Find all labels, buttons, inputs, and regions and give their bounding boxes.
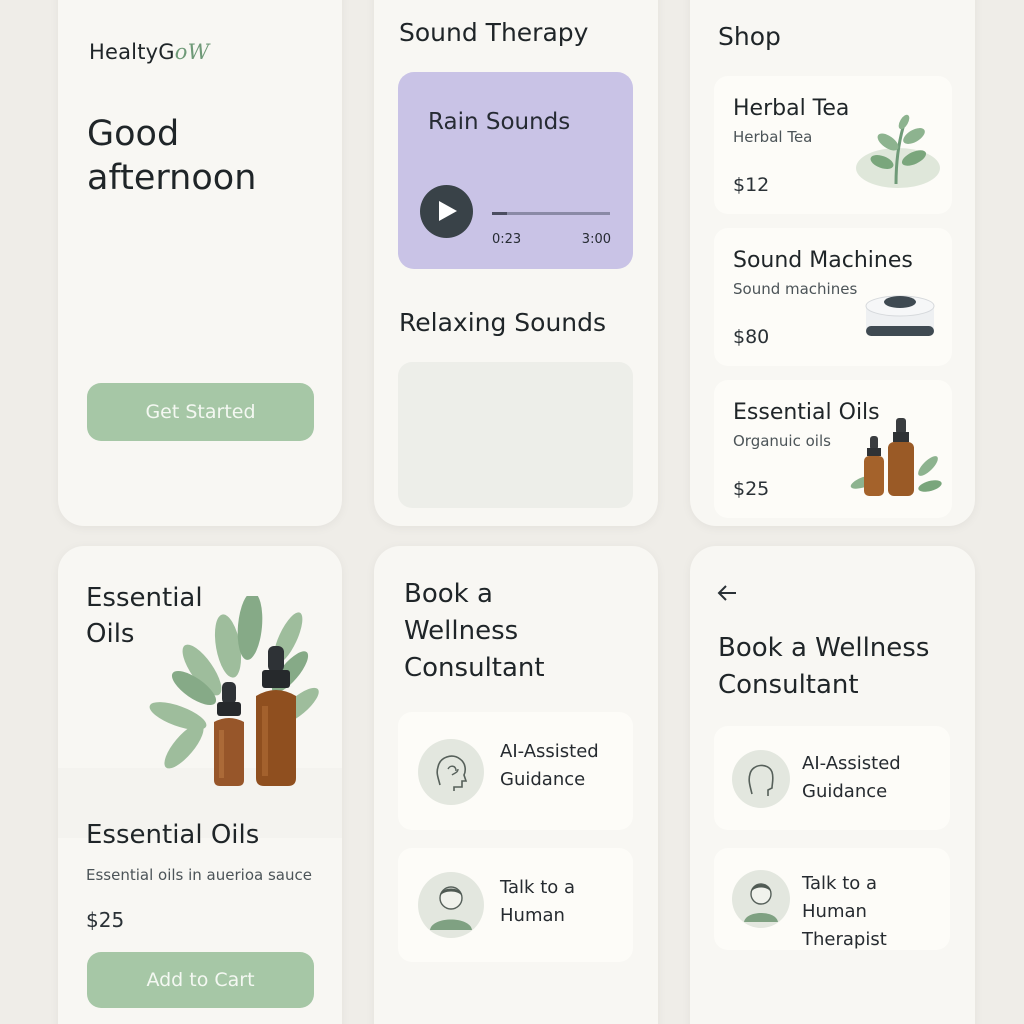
product-price: $25 bbox=[86, 908, 125, 932]
brand-logo: HealtyGoW bbox=[89, 40, 209, 64]
option-talk-human[interactable]: Talk to a Human bbox=[398, 848, 633, 962]
back-arrow-icon[interactable] bbox=[716, 582, 738, 604]
audio-player: Rain Sounds 0:23 3:00 bbox=[398, 72, 633, 269]
shop-item-name: Herbal Tea bbox=[733, 96, 850, 121]
booking-title: Book a Wellness Consultant bbox=[718, 630, 929, 704]
option-label-line: Guidance bbox=[802, 781, 888, 802]
title-line: Book a bbox=[404, 579, 493, 609]
option-label-line: AI-Assisted bbox=[802, 753, 901, 774]
booking-card: Book a Wellness Consultant AI-Assisted G… bbox=[374, 546, 658, 1024]
title-line: Book a Wellness bbox=[718, 633, 930, 663]
sound-therapy-card: Sound Therapy Rain Sounds 0:23 3:00 Rela… bbox=[374, 0, 658, 526]
option-label: Talk to a Human Therapist bbox=[802, 870, 950, 954]
greeting-heading: Good afternoon bbox=[87, 112, 256, 200]
product-detail-card: Essential Oils Essential Oils Essential … bbox=[58, 546, 342, 1024]
option-label: AI-Assisted Guidance bbox=[500, 738, 599, 794]
option-ai-guidance[interactable]: AI-Assisted Guidance bbox=[398, 712, 633, 830]
title-line: Consultant bbox=[718, 670, 859, 700]
hero-title-line: Oils bbox=[86, 619, 135, 649]
sound-therapy-title: Sound Therapy bbox=[399, 18, 589, 47]
relaxing-sounds-placeholder bbox=[398, 362, 633, 508]
brand-name-accent: oW bbox=[174, 40, 210, 64]
current-time: 0:23 bbox=[492, 232, 522, 247]
title-line: Consultant bbox=[404, 653, 545, 683]
product-name: Essential Oils bbox=[86, 820, 260, 850]
brand-name: HealtyG bbox=[89, 40, 175, 64]
therapist-icon bbox=[732, 870, 790, 928]
shop-item-subtitle: Herbal Tea bbox=[733, 128, 813, 146]
option-label-line: Talk to a bbox=[500, 877, 576, 898]
option-label-line: Human Therapist bbox=[802, 901, 887, 950]
progress-bar-fill bbox=[492, 212, 508, 215]
shop-item-subtitle: Organuic oils bbox=[733, 432, 831, 450]
total-time: 3:00 bbox=[581, 232, 611, 247]
greeting-line: Good bbox=[87, 114, 180, 154]
hero-title-line: Essential bbox=[86, 583, 203, 613]
shop-item-essential-oils[interactable]: Essential Oils Organuic oils $25 bbox=[714, 380, 952, 518]
shop-item-herbal-tea[interactable]: Herbal Tea Herbal Tea $12 bbox=[714, 76, 952, 214]
track-name: Rain Sounds bbox=[428, 109, 571, 135]
ai-head-icon bbox=[418, 739, 484, 805]
option-label: Talk to a Human bbox=[500, 874, 575, 930]
option-talk-therapist[interactable]: Talk to a Human Therapist bbox=[714, 848, 950, 950]
option-label-line: Guidance bbox=[500, 769, 586, 790]
greeting-line: afternoon bbox=[87, 158, 257, 198]
get-started-button[interactable]: Get Started bbox=[87, 383, 314, 441]
shop-item-price: $12 bbox=[733, 174, 770, 196]
sound-machine-icon bbox=[865, 295, 935, 336]
shop-item-price: $25 bbox=[733, 478, 770, 500]
oil-bottles-icon bbox=[850, 418, 942, 496]
add-to-cart-button[interactable]: Add to Cart bbox=[87, 952, 314, 1008]
shop-card: Shop Herbal Tea Herbal Tea $12 Sound Mac… bbox=[690, 0, 975, 526]
booking-detail-card: Book a Wellness Consultant AI-Assisted G… bbox=[690, 546, 975, 1024]
play-icon bbox=[439, 201, 457, 221]
shop-title: Shop bbox=[718, 22, 781, 51]
head-profile-icon bbox=[732, 750, 790, 808]
title-line: Wellness bbox=[404, 616, 519, 646]
shop-item-price: $80 bbox=[733, 326, 770, 348]
option-ai-guidance[interactable]: AI-Assisted Guidance bbox=[714, 726, 950, 830]
home-card: HealtyGoW Good afternoon Get Started bbox=[58, 0, 342, 526]
progress-bar[interactable] bbox=[492, 212, 610, 215]
option-label-line: Human bbox=[500, 905, 565, 926]
booking-title: Book a Wellness Consultant bbox=[404, 576, 545, 687]
option-label-line: AI-Assisted bbox=[500, 741, 599, 762]
option-label: AI-Assisted Guidance bbox=[802, 750, 901, 806]
shop-item-sound-machines[interactable]: Sound Machines Sound machines $80 bbox=[714, 228, 952, 366]
herbal-plant-icon bbox=[856, 114, 940, 188]
option-label-line: Talk to a bbox=[802, 873, 878, 894]
product-description: Essential oils in auerioa sauce bbox=[86, 866, 312, 884]
play-button[interactable] bbox=[420, 185, 473, 238]
shop-item-name: Sound Machines bbox=[733, 248, 913, 273]
shop-item-subtitle: Sound machines bbox=[733, 280, 858, 298]
product-hero-title: Essential Oils bbox=[86, 580, 203, 652]
person-icon bbox=[418, 872, 484, 938]
relaxing-sounds-title: Relaxing Sounds bbox=[399, 308, 607, 337]
